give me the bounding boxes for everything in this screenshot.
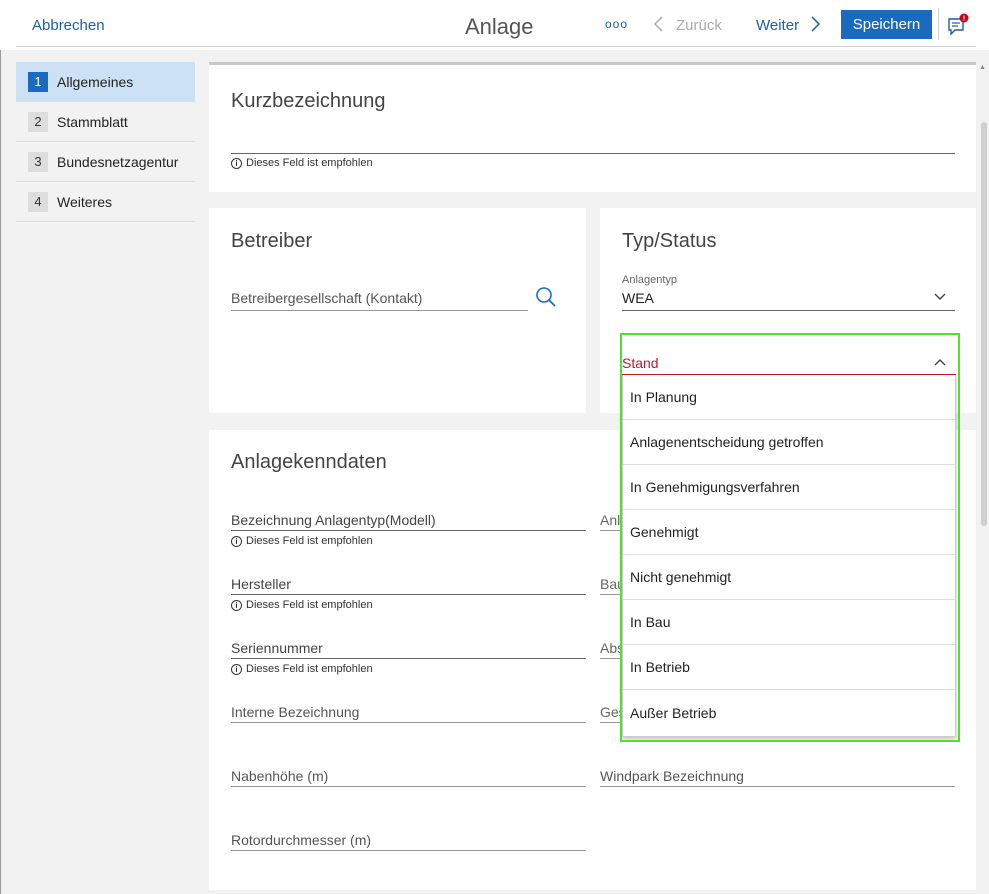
input-underline — [231, 658, 586, 659]
scroll-up-arrow-icon[interactable]: ▲ — [979, 64, 986, 71]
sidebar-item-stammblatt[interactable]: 2 Stammblatt — [16, 102, 195, 142]
input-underline — [231, 530, 586, 531]
right-field-1[interactable]: Anl — [600, 512, 620, 528]
chevron-down-icon[interactable] — [933, 292, 947, 302]
kurzbezeichnung-card: Kurzbezeichnung i Dieses Feld ist empfoh… — [209, 65, 976, 192]
step-number-badge: 2 — [28, 111, 48, 132]
nabenhoehe-input[interactable]: Nabenhöhe (m) — [231, 768, 328, 784]
input-underline — [231, 722, 586, 723]
input-underline — [231, 850, 586, 851]
svg-text:!: ! — [963, 16, 965, 23]
recommended-hint: i Dieses Feld ist empfohlen — [231, 663, 373, 675]
hint-text: Dieses Feld ist empfohlen — [246, 663, 373, 675]
kurzbezeichnung-field-label[interactable]: Kurzbezeichnung — [231, 90, 386, 113]
chat-alert-icon[interactable]: ! — [946, 13, 970, 37]
hint-text: Dieses Feld ist empfohlen — [246, 599, 373, 611]
chevron-left-icon[interactable] — [652, 14, 666, 34]
hint-text: Dieses Feld ist empfohlen — [246, 157, 373, 169]
anlagentyp-label: Anlagentyp — [622, 274, 678, 286]
seriennummer-input[interactable]: Seriennummer — [231, 640, 323, 656]
recommended-hint: i Dieses Feld ist empfohlen — [231, 157, 373, 169]
betreiber-input-underline — [231, 310, 528, 311]
sidebar-item-allgemeines[interactable]: 1 Allgemeines — [16, 62, 195, 102]
betreiber-card: Betreiber Betreibergesellschaft (Kontakt… — [209, 208, 586, 413]
more-options-icon[interactable]: ooo — [605, 17, 628, 31]
rotordurchmesser-input[interactable]: Rotordurchmesser (m) — [231, 832, 371, 848]
window-edge — [0, 0, 1, 894]
sidebar-item-label: Bundesnetzagentur — [57, 153, 179, 170]
top-bar: Abbrechen Anlage ooo Zurück Weiter Speic… — [0, 0, 989, 50]
step-number-badge: 4 — [28, 191, 48, 212]
sidebar-item-label: Weiteres — [57, 193, 112, 210]
betreiber-input[interactable]: Betreibergesellschaft (Kontakt) — [231, 290, 422, 306]
sidebar-item-label: Allgemeines — [57, 73, 134, 90]
step-number-badge: 3 — [28, 151, 48, 172]
scrollbar-thumb[interactable] — [981, 122, 987, 526]
input-underline — [600, 786, 955, 787]
header-divider — [16, 46, 976, 47]
card-title: Betreiber — [231, 230, 313, 252]
windpark-bezeichnung-input[interactable]: Windpark Bezeichnung — [600, 768, 744, 784]
sidebar-item-label: Stammblatt — [57, 113, 128, 130]
recommended-hint: i Dieses Feld ist empfohlen — [231, 535, 373, 547]
card-title: Typ/Status — [622, 230, 717, 252]
info-icon: i — [231, 663, 242, 675]
page-title: Anlage — [465, 14, 534, 39]
info-icon: i — [231, 535, 242, 547]
hersteller-input[interactable]: Hersteller — [231, 576, 291, 592]
card-title: Anlagekenndaten — [231, 451, 387, 473]
step-number-badge: 1 — [28, 71, 48, 92]
kurzbezeichnung-input[interactable] — [231, 153, 955, 154]
input-underline — [231, 786, 586, 787]
info-icon: i — [231, 157, 242, 169]
sidebar-item-bundesnetzagentur[interactable]: 3 Bundesnetzagentur — [16, 142, 195, 182]
chevron-right-icon[interactable] — [808, 14, 822, 34]
input-underline — [231, 594, 586, 595]
hint-text: Dieses Feld ist empfohlen — [246, 535, 373, 547]
sidebar-nav: 1 Allgemeines 2 Stammblatt 3 Bundesnetza… — [16, 62, 195, 222]
anlagentyp-underline — [622, 310, 955, 311]
next-button[interactable]: Weiter — [756, 17, 799, 34]
info-icon: i — [231, 599, 242, 611]
interne-bezeichnung-input[interactable]: Interne Bezeichnung — [231, 704, 359, 720]
selection-highlight — [620, 333, 960, 742]
recommended-hint: i Dieses Feld ist empfohlen — [231, 599, 373, 611]
sidebar-item-weiteres[interactable]: 4 Weiteres — [16, 182, 195, 222]
save-button[interactable]: Speichern — [841, 10, 932, 39]
cancel-button[interactable]: Abbrechen — [32, 17, 105, 34]
search-icon[interactable] — [535, 286, 557, 308]
back-button[interactable]: Zurück — [676, 17, 722, 34]
modell-input[interactable]: Bezeichnung Anlagentyp(Modell) — [231, 512, 436, 528]
anlagentyp-select[interactable]: WEA — [622, 290, 654, 306]
divider — [938, 8, 939, 40]
